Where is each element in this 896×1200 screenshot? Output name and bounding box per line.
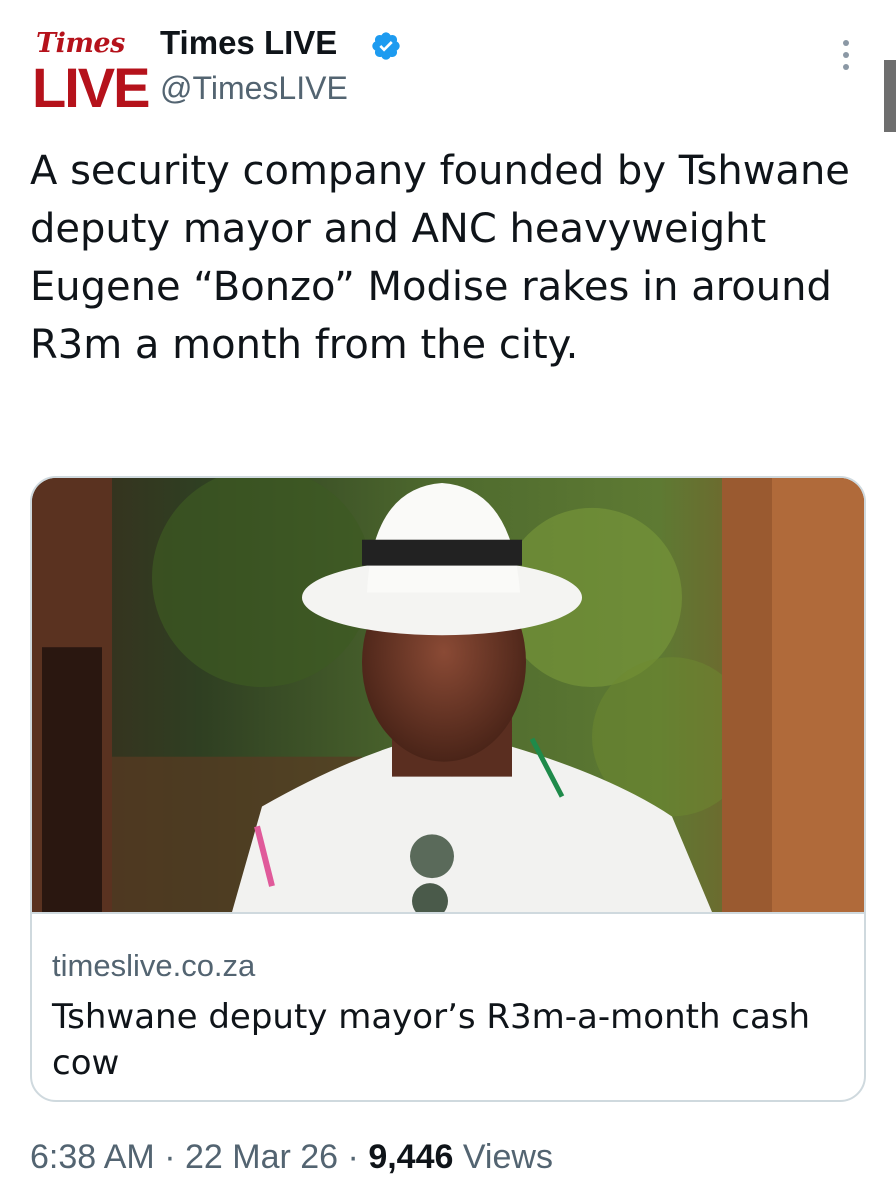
separator: · [164, 1138, 176, 1176]
scrollbar[interactable] [884, 60, 896, 132]
display-name[interactable]: Times LIVE [160, 24, 337, 62]
tweet-text: A security company founded by Tshwane de… [30, 148, 850, 368]
tweet-time[interactable]: 6:38 AM [30, 1138, 155, 1176]
card-title: Tshwane deputy mayor’s R3m-a-month cash … [52, 997, 811, 1083]
avatar-logo-bottom: LIVE [32, 56, 150, 119]
user-handle[interactable]: @TimesLIVE [160, 70, 348, 107]
verified-badge-icon [372, 32, 400, 60]
separator: · [347, 1138, 359, 1176]
more-vertical-icon[interactable] [838, 40, 854, 80]
card-image[interactable] [32, 478, 866, 914]
link-card[interactable]: timeslive.co.za Tshwane deputy mayor’s R… [30, 476, 866, 1102]
views-count: 9,446 [368, 1138, 454, 1176]
avatar[interactable]: Times LIVE [30, 28, 150, 116]
tweet-date[interactable]: 22 Mar 26 [185, 1138, 338, 1176]
views-label: Views [462, 1138, 553, 1176]
card-domain: timeslive.co.za [52, 948, 256, 983]
tweet-meta: 6:38 AM · 22 Mar 26 · 9,446 Views [30, 1138, 553, 1177]
avatar-logo-top: Times [36, 28, 125, 59]
